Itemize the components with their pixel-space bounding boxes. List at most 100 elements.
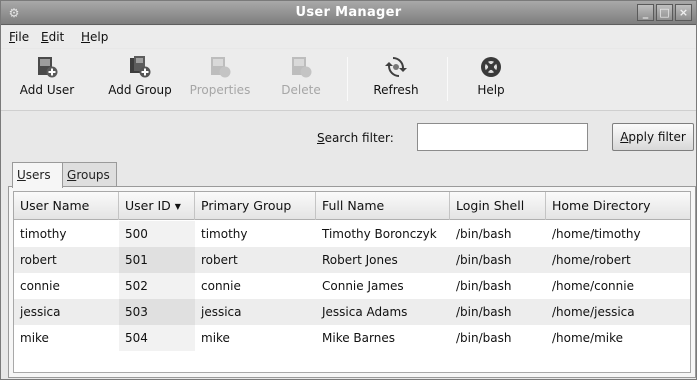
tab-users-mnemonic: U bbox=[17, 168, 26, 182]
table-row[interactable]: mike 504 mike Mike Barnes /bin/bash /hom… bbox=[14, 325, 690, 351]
delete-label: Delete bbox=[281, 83, 321, 97]
properties-icon bbox=[211, 57, 231, 78]
column-header-user-name[interactable]: User Name bbox=[14, 192, 119, 220]
sort-descending-icon: ▼ bbox=[174, 202, 181, 211]
users-table: User Name User ID ▼ Primary Group Full Na… bbox=[13, 191, 691, 373]
table-header: User Name User ID ▼ Primary Group Full Na… bbox=[14, 192, 690, 220]
close-button[interactable]: × bbox=[675, 4, 692, 21]
search-filter-label-text: earch filter: bbox=[324, 131, 394, 145]
cell-login-shell: /bin/bash bbox=[456, 331, 512, 345]
cell-login-shell: /bin/bash bbox=[456, 253, 512, 267]
refresh-button[interactable]: Refresh bbox=[363, 53, 429, 107]
tab-users[interactable]: Users bbox=[12, 162, 63, 188]
column-header-login-shell[interactable]: Login Shell bbox=[450, 192, 546, 220]
help-icon bbox=[481, 57, 501, 77]
column-header-label: User ID bbox=[125, 198, 171, 213]
column-header-label: Login Shell bbox=[456, 198, 525, 213]
cell-user-id: 504 bbox=[119, 325, 195, 351]
cell-full-name: Jessica Adams bbox=[322, 305, 408, 319]
add-user-icon bbox=[38, 57, 58, 78]
menu-edit-label: dit bbox=[48, 30, 65, 44]
menu-help-label: elp bbox=[90, 30, 109, 44]
toolbar: Add User Add Group Properties Delete Ref… bbox=[1, 49, 696, 111]
cell-login-shell: /bin/bash bbox=[456, 305, 512, 319]
cell-user-name: timothy bbox=[20, 227, 67, 241]
add-group-icon bbox=[130, 56, 151, 78]
table-row[interactable]: timothy 500 timothy Timothy Boronczyk /b… bbox=[14, 221, 690, 247]
menu-edit-mnemonic: E bbox=[41, 30, 49, 44]
properties-label: Properties bbox=[189, 83, 251, 97]
window-title: User Manager bbox=[295, 5, 402, 20]
search-filter-input[interactable] bbox=[417, 123, 588, 151]
cell-home-directory: /home/connie bbox=[552, 279, 634, 293]
cell-primary-group: connie bbox=[201, 279, 241, 293]
cell-primary-group: jessica bbox=[201, 305, 242, 319]
cell-primary-group: timothy bbox=[201, 227, 248, 241]
cell-full-name: Mike Barnes bbox=[322, 331, 395, 345]
add-user-label: Add User bbox=[19, 83, 75, 97]
delete-button[interactable]: Delete bbox=[273, 53, 329, 107]
column-header-label: User Name bbox=[20, 198, 90, 213]
window-controls: _ □ × bbox=[637, 4, 692, 21]
cell-login-shell: /bin/bash bbox=[456, 227, 512, 241]
menu-file-label: ile bbox=[15, 30, 30, 44]
cell-primary-group: mike bbox=[201, 331, 230, 345]
add-group-label: Add Group bbox=[108, 83, 172, 97]
add-user-button[interactable]: Add User bbox=[9, 53, 85, 107]
cell-user-id: 501 bbox=[119, 247, 195, 273]
cell-full-name: Timothy Boronczyk bbox=[322, 227, 437, 241]
tab-users-label: sers bbox=[25, 168, 51, 182]
table-row[interactable]: jessica 503 jessica Jessica Adams /bin/b… bbox=[14, 299, 690, 325]
cell-home-directory: /home/robert bbox=[552, 253, 631, 267]
cell-home-directory: /home/jessica bbox=[552, 305, 635, 319]
search-filter-mnemonic: S bbox=[317, 131, 325, 145]
cell-full-name: Robert Jones bbox=[322, 253, 398, 267]
cell-home-directory: /home/timothy bbox=[552, 227, 641, 241]
table-row[interactable]: robert 501 robert Robert Jones /bin/bash… bbox=[14, 247, 690, 273]
column-header-primary-group[interactable]: Primary Group bbox=[195, 192, 316, 220]
menu-bar: File Edit Help bbox=[1, 26, 696, 48]
menu-help-mnemonic: H bbox=[81, 30, 91, 44]
delete-icon bbox=[292, 57, 312, 78]
cell-user-id: 503 bbox=[119, 299, 195, 325]
properties-button[interactable]: Properties bbox=[187, 53, 253, 107]
apply-filter-button[interactable]: Apply filter bbox=[612, 123, 694, 151]
menu-help[interactable]: Help bbox=[81, 30, 108, 44]
user-manager-window: ⚙ User Manager _ □ × File Edit Help Add … bbox=[0, 0, 697, 380]
cell-user-id: 502 bbox=[119, 273, 195, 299]
column-header-label: Home Directory bbox=[552, 198, 651, 213]
column-header-label: Primary Group bbox=[201, 198, 292, 213]
refresh-label: Refresh bbox=[373, 83, 419, 97]
tab-groups-label: roups bbox=[76, 168, 110, 182]
toolbar-separator bbox=[347, 57, 348, 101]
help-button[interactable]: Help bbox=[463, 53, 519, 107]
tab-groups-mnemonic: G bbox=[67, 168, 77, 182]
help-label: Help bbox=[477, 83, 505, 97]
cell-user-name: mike bbox=[20, 331, 49, 345]
cell-user-name: robert bbox=[20, 253, 57, 267]
cell-login-shell: /bin/bash bbox=[456, 279, 512, 293]
users-panel: User Name User ID ▼ Primary Group Full Na… bbox=[8, 186, 696, 378]
tab-groups[interactable]: Groups bbox=[62, 162, 117, 187]
toolbar-separator bbox=[447, 57, 448, 101]
cell-user-id: 500 bbox=[119, 221, 195, 247]
cell-primary-group: robert bbox=[201, 253, 238, 267]
cell-user-name: jessica bbox=[20, 305, 61, 319]
cell-user-name: connie bbox=[20, 279, 60, 293]
column-header-home-directory[interactable]: Home Directory bbox=[546, 192, 690, 220]
cell-home-directory: /home/mike bbox=[552, 331, 624, 345]
menu-file[interactable]: File bbox=[9, 30, 29, 44]
column-header-user-id[interactable]: User ID ▼ bbox=[119, 192, 195, 220]
column-header-label: Full Name bbox=[322, 198, 385, 213]
search-filter-label: Search filter: bbox=[317, 131, 394, 145]
maximize-button[interactable]: □ bbox=[656, 4, 673, 21]
column-header-full-name[interactable]: Full Name bbox=[316, 192, 450, 220]
cell-full-name: Connie James bbox=[322, 279, 404, 293]
table-row[interactable]: connie 502 connie Connie James /bin/bash… bbox=[14, 273, 690, 299]
refresh-icon bbox=[385, 57, 407, 77]
title-bar[interactable]: ⚙ User Manager _ □ × bbox=[1, 1, 696, 25]
menu-edit[interactable]: Edit bbox=[41, 30, 64, 44]
minimize-button[interactable]: _ bbox=[637, 4, 654, 21]
add-group-button[interactable]: Add Group bbox=[101, 53, 179, 107]
apply-filter-label: pply filter bbox=[628, 130, 686, 144]
